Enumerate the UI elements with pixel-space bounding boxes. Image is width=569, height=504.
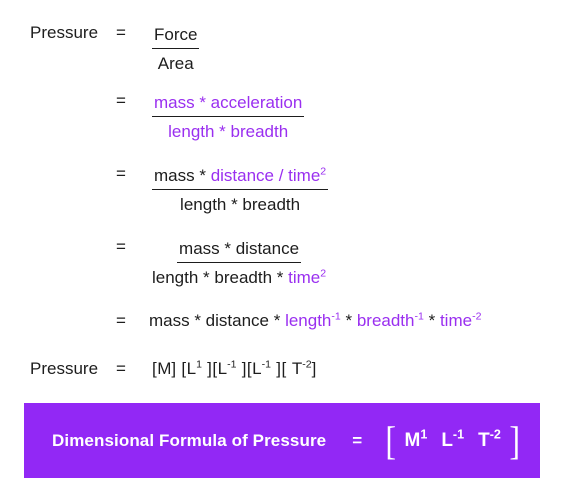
step-4-den-exponent: 2 — [320, 267, 327, 280]
dimension-line-row: Pressure = [M] [L1 ][L-1 ][L-1 ][ T-2] — [30, 358, 317, 378]
step-3-num-part-2: distance / time — [210, 166, 321, 185]
formula-term-mass: M1 — [404, 427, 428, 452]
step-5-breadth-exponent: -1 — [414, 310, 424, 323]
formula-bracket-close: ] — [509, 417, 520, 463]
step-4-fraction: mass * distance length * breadth * time2 — [152, 238, 326, 289]
step-5-length-exponent: -1 — [331, 310, 341, 323]
dim-term-1-symbol: M — [157, 359, 172, 378]
dim-term-5-symbol: T — [291, 359, 303, 378]
formula-term-length: L-1 — [441, 427, 465, 452]
derivation-step-5: = mass * distance * length-1 * breadth-1… — [30, 310, 482, 330]
step-5-expression: mass * distance * length-1 * breadth-1 *… — [149, 310, 482, 330]
step-3-num-part-1: mass * — [154, 166, 211, 185]
dim-term-4-symbol: L — [252, 359, 262, 378]
step-2-numerator: mass * acceleration — [152, 92, 305, 118]
dim-term-4-sup: -1 — [261, 358, 271, 371]
dim-term-2-symbol: L — [186, 359, 197, 378]
result-banner-equals: = — [352, 430, 363, 450]
step-3-denominator: length * breadth — [180, 195, 301, 215]
step-5-part-breadth: breadth — [356, 311, 415, 330]
step-1-label: Pressure — [30, 23, 99, 42]
derivation-step-3: = mass * distance / time2 length * bread… — [30, 164, 329, 216]
formula-term-length-symbol: L — [441, 429, 453, 451]
step-3-fraction: mass * distance / time2 length * breadth — [152, 165, 329, 216]
dim-term-2-close: ] — [201, 359, 213, 378]
formula-term-time: T-2 — [478, 427, 501, 452]
dimension-line-equals: = — [116, 359, 126, 378]
step-1-denominator: Area — [157, 54, 194, 74]
step-5-part-mass-distance: mass * distance * — [149, 311, 286, 330]
result-banner-formula: [ M1 L-1 T-2 ] — [384, 417, 521, 463]
step-4-den-part-2: time — [288, 268, 321, 288]
dim-term-4-close: ] — [271, 359, 282, 378]
step-5-sep-2: * — [423, 311, 440, 330]
dimension-line-terms: [M] [L1 ][L-1 ][L-1 ][ T-2] — [152, 358, 317, 378]
dim-term-1-close: ] — [171, 359, 177, 378]
step-5-part-time: time — [439, 311, 473, 330]
step-3-numerator: mass * distance / time2 — [152, 165, 329, 191]
result-banner-title: Dimensional Formula of Pressure — [52, 430, 327, 450]
step-5-part-length: length — [285, 311, 332, 330]
step-2-denominator: length * breadth — [168, 122, 289, 142]
formula-sheet: Pressure = Force Area = mass * accelerat… — [0, 0, 569, 504]
step-4-denominator: length * breadth * time2 — [152, 263, 326, 288]
dim-term-3-symbol: L — [217, 359, 228, 378]
formula-bracket-open: [ — [385, 417, 397, 463]
step-2-fraction: mass * acceleration length * breadth — [152, 92, 305, 143]
step-3-num-exponent: 2 — [320, 165, 327, 178]
dim-term-3-close: ] — [236, 359, 247, 378]
step-2-equals: = — [116, 91, 126, 110]
formula-term-time-symbol: T — [478, 429, 490, 451]
formula-term-length-exponent: -1 — [452, 427, 465, 442]
formula-term-time-exponent: -2 — [489, 427, 501, 442]
step-1-numerator: Force — [152, 24, 200, 50]
dim-term-5-open: [ — [281, 359, 292, 378]
step-3-equals: = — [116, 164, 126, 183]
step-5-sep-1: * — [340, 311, 357, 330]
step-4-equals: = — [116, 237, 126, 256]
step-5-time-exponent: -2 — [472, 310, 482, 323]
formula-term-mass-exponent: 1 — [420, 427, 428, 442]
derivation-step-4: = mass * distance length * breadth * tim… — [30, 238, 326, 289]
derivation-step-1: Pressure = Force Area — [30, 23, 200, 75]
step-5-equals: = — [116, 311, 126, 330]
step-4-numerator: mass * distance — [177, 238, 302, 264]
step-1-fraction: Force Area — [152, 24, 200, 75]
step-4-den-part-1: length * breadth * — [152, 268, 289, 288]
dim-term-5-sup: -2 — [302, 358, 312, 371]
formula-term-mass-symbol: M — [404, 429, 421, 451]
dim-term-5-close: ] — [311, 359, 317, 378]
step-1-equals: = — [116, 23, 126, 42]
derivation-step-2: = mass * acceleration length * breadth — [30, 91, 305, 143]
result-banner: Dimensional Formula of Pressure = [ M1 L… — [24, 403, 540, 478]
dimension-line-label: Pressure — [30, 359, 99, 378]
